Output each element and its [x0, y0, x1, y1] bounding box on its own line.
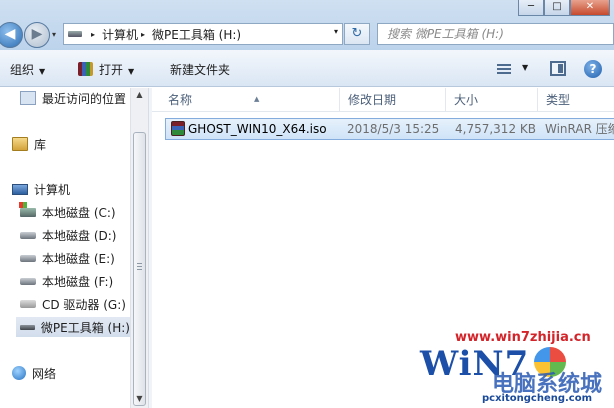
watermark-domain: pcxitongcheng.com [482, 393, 593, 404]
new-folder-button[interactable]: 新建文件夹 [170, 61, 230, 78]
search-input[interactable]: 搜索 微PE工具箱 (H:) [377, 23, 614, 45]
back-button[interactable]: ◀ [0, 22, 23, 48]
sidebar-item-libraries[interactable]: 库 [12, 134, 46, 154]
help-icon[interactable]: ? [584, 60, 602, 78]
sidebar-item-computer[interactable]: 计算机 [12, 179, 70, 199]
file-type: WinRAR 压缩 [545, 122, 614, 136]
sidebar-item-label: 本地磁盘 (C:) [42, 205, 116, 220]
pane-splitter[interactable] [148, 88, 152, 408]
recent-pages-dropdown[interactable]: ▾ [52, 30, 56, 39]
sidebar-item-drive-h[interactable]: 微PE工具箱 (H:) [16, 317, 130, 337]
winrar-icon [78, 62, 93, 76]
file-size: 4,757,312 KB [455, 122, 536, 136]
forward-button[interactable]: ▶ [24, 22, 50, 48]
drive-icon [68, 31, 82, 37]
breadcrumb-separator-icon[interactable]: ▸ [141, 30, 145, 39]
maximize-button[interactable]: □ [544, 0, 570, 16]
scroll-down-icon[interactable]: ▼ [131, 394, 148, 403]
column-header-size[interactable]: 大小 [446, 88, 538, 112]
breadcrumb-drive-h[interactable]: 微PE工具箱 (H:) [152, 26, 241, 43]
hard-drive-icon [20, 231, 36, 239]
winrar-archive-icon [171, 121, 185, 136]
sidebar-item-drive-c[interactable]: 本地磁盘 (C:) [19, 201, 116, 222]
organize-button[interactable]: 组织 ▼ [10, 61, 45, 78]
sort-ascending-icon: ▲ [254, 95, 260, 103]
scrollbar-thumb[interactable] [133, 132, 146, 406]
computer-icon [12, 183, 28, 195]
sidebar-item-label: 本地磁盘 (E:) [42, 251, 115, 266]
sidebar-item-label: 网络 [32, 366, 57, 381]
hard-drive-icon [20, 254, 36, 262]
sidebar-item-label: 本地磁盘 (D:) [42, 228, 117, 243]
file-name: GHOST_WIN10_X64.iso [188, 122, 327, 136]
preview-pane-icon[interactable] [550, 61, 566, 76]
scroll-up-icon[interactable]: ▲ [131, 90, 148, 99]
open-label: 打开 [99, 63, 124, 77]
column-header-modified[interactable]: 修改日期 [340, 88, 446, 112]
sidebar-item-label: 微PE工具箱 (H:) [40, 320, 130, 335]
open-button[interactable]: 打开 ▼ [78, 61, 134, 78]
sidebar-item-drive-e[interactable]: 本地磁盘 (E:) [20, 248, 115, 268]
sidebar-item-network[interactable]: 网络 [12, 363, 56, 383]
address-dropdown-icon[interactable]: ▾ [334, 27, 338, 36]
organize-label: 组织 [10, 63, 35, 77]
library-icon [12, 137, 28, 151]
address-bar[interactable]: ▸ 计算机 ▸ 微PE工具箱 (H:) ▾ [63, 23, 343, 45]
sidebar-item-label: 最近访问的位置 [42, 91, 127, 106]
minimize-button[interactable]: ─ [518, 0, 544, 16]
view-options-icon[interactable] [497, 64, 511, 74]
grip-icon [137, 263, 142, 271]
cd-drive-icon [20, 300, 36, 308]
title-bar: ─ □ ✕ ◀ ▶ ▾ ▸ 计算机 ▸ 微PE工具箱 (H:) ▾ ↻ 搜索 微… [0, 0, 614, 50]
sidebar-item-label: 本地磁盘 (F:) [42, 274, 114, 289]
system-drive-icon [19, 201, 36, 217]
sidebar-item-cd-drive-g[interactable]: CD 驱动器 (G:) [20, 294, 126, 314]
usb-drive-icon [20, 324, 35, 330]
window-controls: ─ □ ✕ [518, 0, 610, 16]
breadcrumb-separator-icon[interactable]: ▸ [91, 30, 95, 39]
watermark-url: www.win7zhijia.cn [455, 330, 591, 345]
sidebar-item-drive-f[interactable]: 本地磁盘 (F:) [20, 271, 113, 291]
hard-drive-icon [20, 277, 36, 285]
column-headers: 名称 ▲ 修改日期 大小 类型 [152, 88, 614, 112]
chevron-down-icon: ▼ [39, 67, 46, 76]
sidebar-item-recent[interactable]: 最近访问的位置 [20, 88, 126, 108]
navigation-pane: 最近访问的位置 库 计算机 本地磁盘 (C:) 本地磁盘 (D:) 本地磁盘 (… [0, 88, 148, 408]
breadcrumb-computer[interactable]: 计算机 [102, 26, 138, 43]
command-bar: 组织 ▼ 打开 ▼ 新建文件夹 ▼ ? [0, 50, 614, 87]
sidebar-item-label: 库 [34, 137, 47, 152]
network-icon [12, 366, 26, 380]
sidebar-scrollbar[interactable]: ▲ ▼ [130, 88, 148, 408]
sidebar-item-label: 计算机 [34, 182, 71, 197]
refresh-button[interactable]: ↻ [344, 23, 370, 45]
column-header-name[interactable]: 名称 ▲ [160, 88, 340, 112]
column-header-type[interactable]: 类型 [538, 88, 614, 112]
close-button[interactable]: ✕ [570, 0, 610, 16]
recent-places-icon [20, 91, 36, 105]
file-modified: 2018/5/3 15:25 [347, 122, 440, 136]
column-header-label: 名称 [168, 93, 193, 107]
sidebar-item-label: CD 驱动器 (G:) [42, 297, 126, 312]
sidebar-item-drive-d[interactable]: 本地磁盘 (D:) [20, 225, 116, 245]
chevron-down-icon[interactable]: ▼ [522, 63, 528, 72]
chevron-down-icon: ▼ [128, 67, 135, 76]
table-row[interactable]: GHOST_WIN10_X64.iso 2018/5/3 15:25 4,757… [165, 118, 614, 140]
